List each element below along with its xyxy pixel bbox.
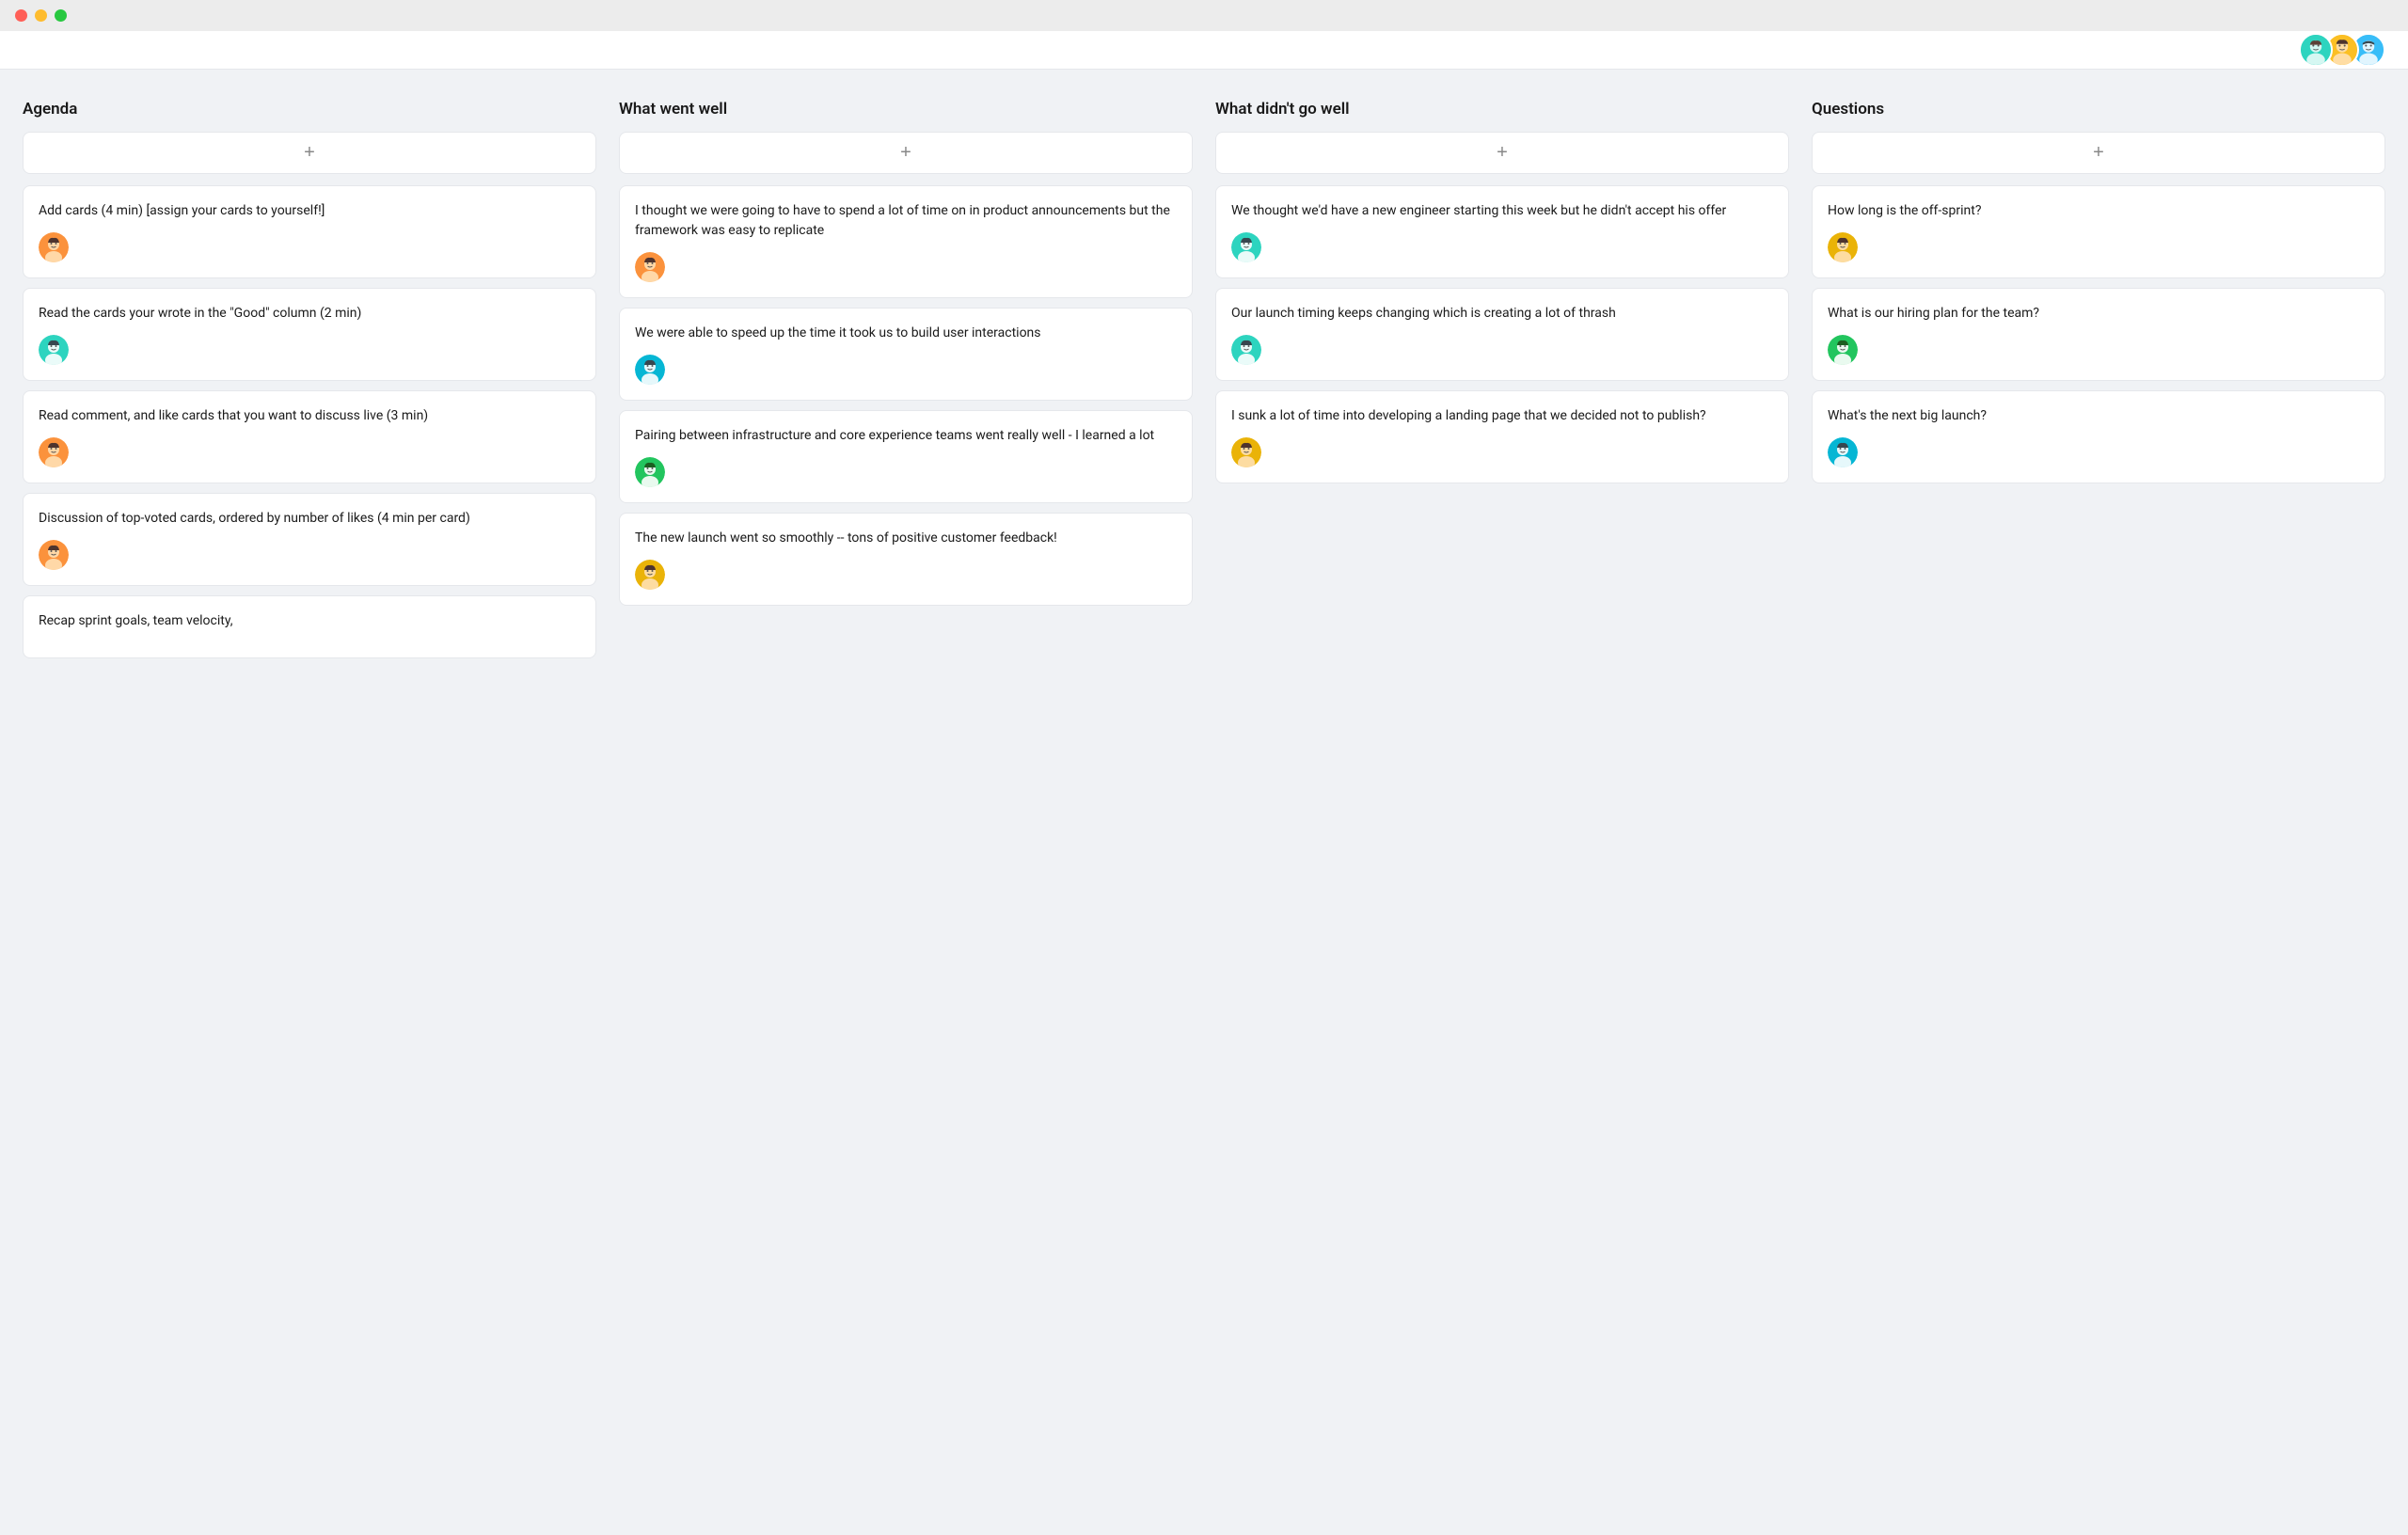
card-text: We were able to speed up the time it too… — [635, 324, 1177, 343]
board: Agenda + Add cards (4 min) [assign your ca… — [23, 100, 2385, 668]
close-button[interactable] — [15, 9, 27, 22]
column-header-went-well: What went well — [619, 100, 1193, 119]
card-text: Pairing between infrastructure and core … — [635, 426, 1177, 446]
card-avatar — [1231, 437, 1261, 467]
card[interactable]: Read comment, and like cards that you wa… — [23, 390, 596, 483]
card-text: Our launch timing keeps changing which i… — [1231, 304, 1773, 324]
maximize-button[interactable] — [55, 9, 67, 22]
minimize-button[interactable] — [35, 9, 47, 22]
column-header-didnt-go-well: What didn't go well — [1215, 100, 1789, 119]
card[interactable]: Recap sprint goals, team velocity, — [23, 595, 596, 658]
card[interactable]: We were able to speed up the time it too… — [619, 308, 1193, 401]
avatar-1[interactable] — [2299, 33, 2333, 67]
card-text: What is our hiring plan for the team? — [1828, 304, 2369, 324]
card[interactable]: Pairing between infrastructure and core … — [619, 410, 1193, 503]
column-questions: Questions + How long is the off-sprint? Wh… — [1812, 100, 2385, 493]
user-avatars — [2306, 33, 2385, 67]
card-text: Discussion of top-voted cards, ordered b… — [39, 509, 580, 529]
card[interactable]: I sunk a lot of time into developing a l… — [1215, 390, 1789, 483]
card[interactable]: Discussion of top-voted cards, ordered b… — [23, 493, 596, 586]
card[interactable]: How long is the off-sprint? — [1812, 185, 2385, 278]
titlebar — [0, 0, 2408, 31]
card-avatar — [1828, 232, 1858, 262]
card-text: Add cards (4 min) [assign your cards to … — [39, 201, 580, 221]
add-card-button-questions[interactable]: + — [1812, 132, 2385, 174]
card-avatar — [39, 437, 69, 467]
card-text: How long is the off-sprint? — [1828, 201, 2369, 221]
column-header-questions: Questions — [1812, 100, 2385, 119]
card[interactable]: What's the next big launch? — [1812, 390, 2385, 483]
add-card-button-didnt-go-well[interactable]: + — [1215, 132, 1789, 174]
card[interactable]: Read the cards your wrote in the "Good" … — [23, 288, 596, 381]
card[interactable]: Add cards (4 min) [assign your cards to … — [23, 185, 596, 278]
card-avatar — [635, 355, 665, 385]
card-text: What's the next big launch? — [1828, 406, 2369, 426]
card[interactable]: The new launch went so smoothly -- tons … — [619, 513, 1193, 606]
card-text: The new launch went so smoothly -- tons … — [635, 529, 1177, 548]
card-avatar — [1828, 437, 1858, 467]
card-avatar — [39, 540, 69, 570]
column-agenda: Agenda + Add cards (4 min) [assign your ca… — [23, 100, 596, 668]
app-header — [0, 31, 2408, 70]
card[interactable]: I thought we were going to have to spend… — [619, 185, 1193, 298]
main-content: Agenda + Add cards (4 min) [assign your ca… — [0, 70, 2408, 690]
card-text: I sunk a lot of time into developing a l… — [1231, 406, 1773, 426]
column-header-agenda: Agenda — [23, 100, 596, 119]
card-text: Recap sprint goals, team velocity, — [39, 611, 580, 631]
column-didnt-go-well: What didn't go well + We thought we'd have… — [1215, 100, 1789, 493]
card-avatar — [39, 335, 69, 365]
card-text: Read the cards your wrote in the "Good" … — [39, 304, 580, 324]
card[interactable]: Our launch timing keeps changing which i… — [1215, 288, 1789, 381]
card-text: We thought we'd have a new engineer star… — [1231, 201, 1773, 221]
card-text: Read comment, and like cards that you wa… — [39, 406, 580, 426]
card-avatar — [1828, 335, 1858, 365]
card-avatar — [635, 252, 665, 282]
card-avatar — [39, 232, 69, 262]
card[interactable]: We thought we'd have a new engineer star… — [1215, 185, 1789, 278]
card-avatar — [1231, 232, 1261, 262]
traffic-lights — [15, 9, 67, 22]
card-text: I thought we were going to have to spend… — [635, 201, 1177, 241]
card[interactable]: What is our hiring plan for the team? — [1812, 288, 2385, 381]
add-card-button-went-well[interactable]: + — [619, 132, 1193, 174]
column-went-well: What went well + I thought we were going t… — [619, 100, 1193, 615]
card-avatar — [635, 457, 665, 487]
card-avatar — [635, 560, 665, 590]
add-card-button-agenda[interactable]: + — [23, 132, 596, 174]
card-avatar — [1231, 335, 1261, 365]
